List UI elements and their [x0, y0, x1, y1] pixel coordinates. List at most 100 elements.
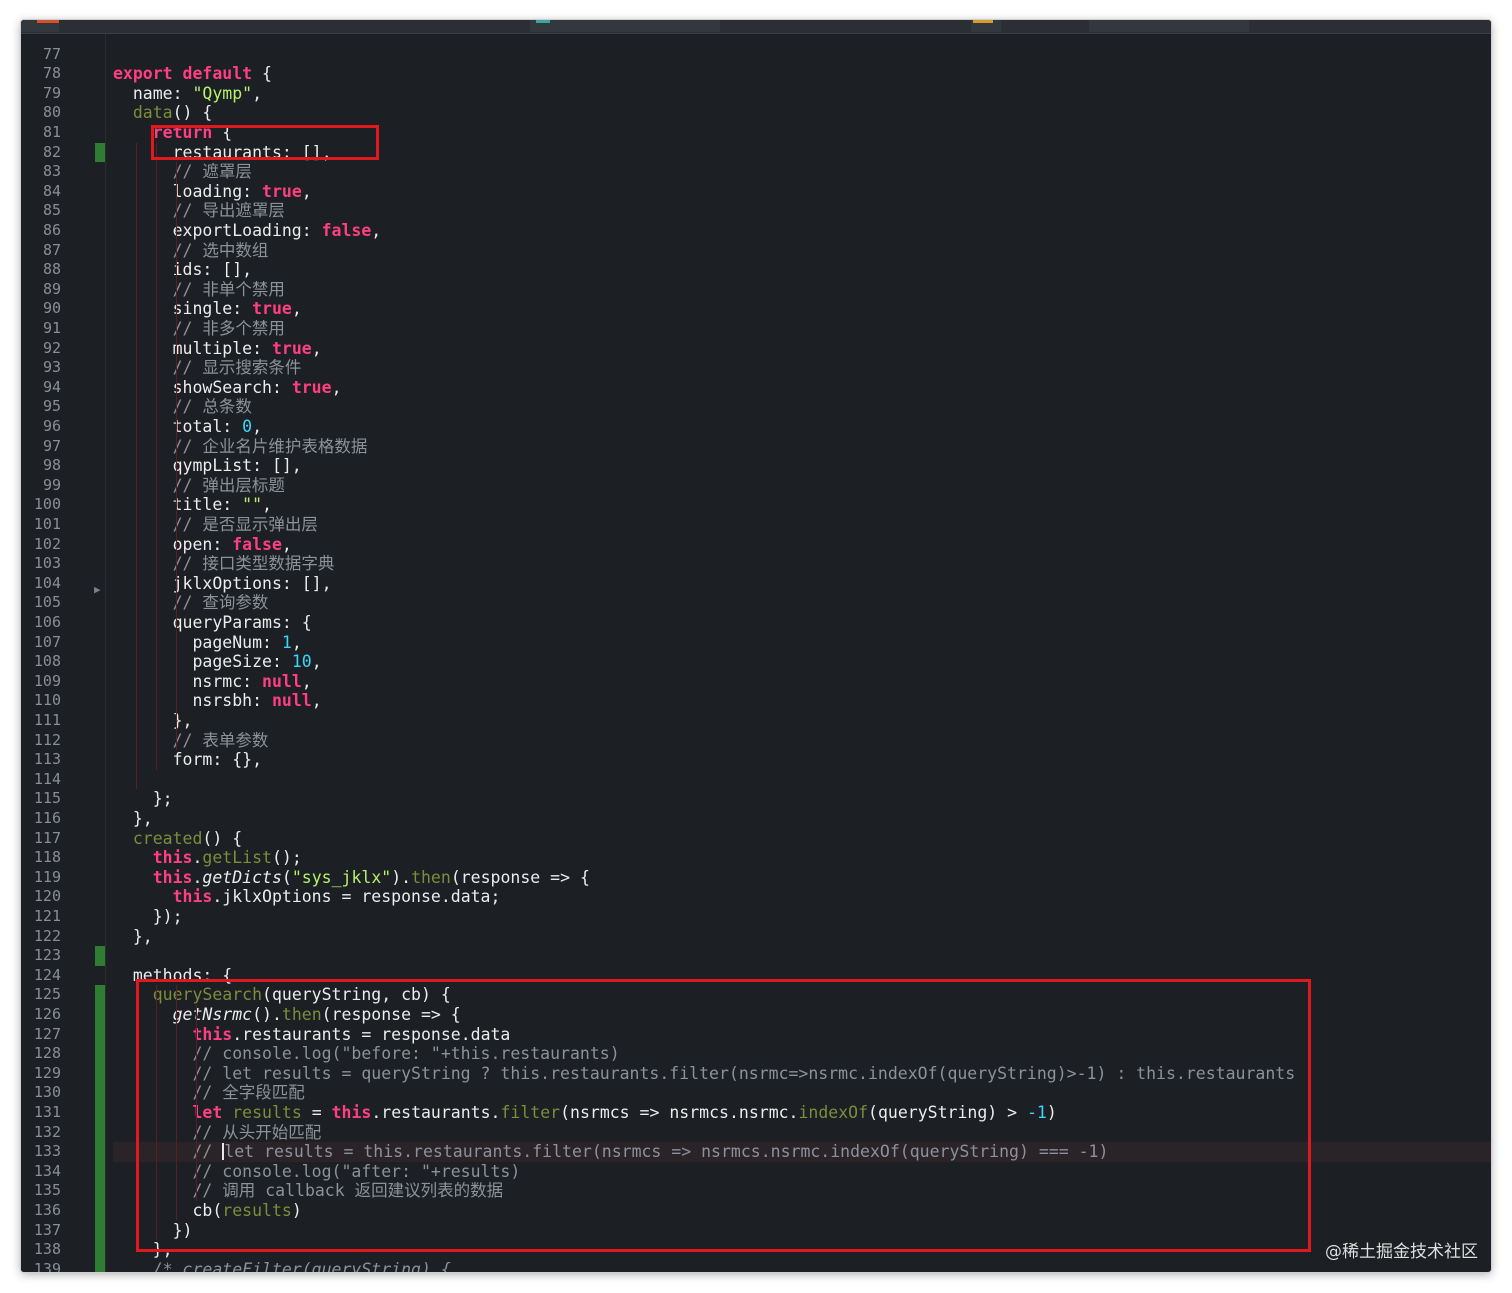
line-number: 80: [42, 103, 61, 122]
line-number: 137: [33, 1220, 61, 1239]
line-number: 97: [42, 436, 61, 455]
code-token: // 弹出层标题: [113, 475, 285, 495]
code-line[interactable]: // 总条数: [113, 397, 1491, 417]
code-token: // 非多个禁用: [113, 318, 285, 338]
line-number: 96: [42, 416, 61, 435]
code-line[interactable]: form: {},: [113, 750, 1491, 770]
code-line[interactable]: title: "",: [113, 495, 1491, 515]
code-token: ,: [311, 652, 322, 672]
code-line[interactable]: single: true,: [113, 299, 1491, 319]
line-number: 111: [33, 710, 61, 729]
code-line[interactable]: // 企业名片维护表格数据: [113, 437, 1491, 457]
line-number: 134: [33, 1161, 61, 1180]
code-line[interactable]: nsrmc: null,: [113, 672, 1491, 692]
code-line[interactable]: showSearch: true,: [113, 378, 1491, 398]
code-line[interactable]: ids: [],: [113, 260, 1491, 280]
code-line[interactable]: multiple: true,: [113, 339, 1491, 359]
line-number: 95: [42, 397, 61, 416]
code-line[interactable]: total: 0,: [113, 417, 1491, 437]
code-line[interactable]: // 遮罩层: [113, 162, 1491, 182]
line-number: 108: [33, 652, 61, 671]
code-line[interactable]: name: "Qymp",: [113, 84, 1491, 104]
code-token: .jklxOptions = response.data;: [212, 887, 501, 907]
code-token: created: [113, 828, 203, 848]
tab-fragment[interactable]: [1089, 20, 1249, 32]
code-line[interactable]: jklxOptions: [],: [113, 574, 1491, 594]
code-token: // 遮罩层: [113, 162, 252, 182]
indent-guide: [176, 162, 177, 751]
code-line[interactable]: // 导出遮罩层: [113, 201, 1491, 221]
code-line[interactable]: // 非单个禁用: [113, 280, 1491, 300]
line-number: 127: [33, 1024, 61, 1043]
code-line[interactable]: },: [113, 927, 1491, 947]
highlight-box-restaurants: [151, 125, 379, 160]
code-line[interactable]: };: [113, 789, 1491, 809]
code-line[interactable]: [113, 45, 1491, 65]
code-token: ,: [291, 299, 302, 319]
code-line[interactable]: // 选中数组: [113, 241, 1491, 261]
code-token: ,: [331, 377, 342, 397]
line-number: 115: [33, 789, 61, 808]
code-token: export default: [113, 64, 253, 84]
code-line[interactable]: // 显示搜索条件: [113, 358, 1491, 378]
line-number-gutter: 77 78 79 80 81 82 83 84 85 86 87 88 89 90 91 92 93 94 95 96…: [21, 34, 106, 1272]
code-token: true: [291, 377, 332, 397]
tab-strip[interactable]: [21, 20, 1491, 34]
code-token: null: [271, 691, 312, 711]
code-line[interactable]: // 查询参数: [113, 593, 1491, 613]
code-line[interactable]: /* createFilter(queryString) {: [113, 1260, 1491, 1272]
code-token: 10: [291, 652, 312, 672]
code-token: getDicts: [202, 867, 282, 887]
code-token: "Qymp": [192, 83, 253, 103]
line-number: 106: [33, 612, 61, 631]
tab-fragment[interactable]: [530, 20, 720, 32]
code-line[interactable]: // 非多个禁用: [113, 319, 1491, 339]
code-line[interactable]: queryParams: {: [113, 613, 1491, 633]
code-line[interactable]: nsrsbh: null,: [113, 691, 1491, 711]
indent-guide: [136, 142, 137, 790]
tab-accent: [973, 20, 993, 23]
code-line[interactable]: [113, 946, 1491, 966]
code-line[interactable]: open: false,: [113, 535, 1491, 555]
code-token: /* createFilter(queryString) {: [113, 1259, 451, 1272]
code-line[interactable]: pageSize: 10,: [113, 652, 1491, 672]
line-number: 139: [33, 1259, 61, 1272]
code-token: () {: [172, 103, 213, 123]
code-line[interactable]: created() {: [113, 829, 1491, 849]
editor-window: 77 78 79 80 81 82 83 84 85 86 87 88 89 90 91 92 93 94 95 96…: [21, 20, 1491, 1272]
code-token: // 导出遮罩层: [113, 201, 285, 221]
change-marker: [95, 985, 105, 1272]
code-line[interactable]: exportLoading: false,: [113, 221, 1491, 241]
code-token: total:: [113, 416, 243, 436]
code-line[interactable]: [113, 770, 1491, 790]
code-token: ,: [252, 416, 263, 436]
code-line[interactable]: },: [113, 711, 1491, 731]
line-number: 118: [33, 848, 61, 867]
code-token: // 总条数: [113, 397, 252, 417]
code-line[interactable]: data() {: [113, 103, 1491, 123]
code-token: ();: [271, 848, 302, 868]
code-token: "sys_jklx": [291, 867, 392, 887]
code-line[interactable]: this.jklxOptions = response.data;: [113, 887, 1491, 907]
code-line[interactable]: export default {: [113, 64, 1491, 84]
code-line[interactable]: this.getDicts("sys_jklx").then(response …: [113, 868, 1491, 888]
code-token: ,: [281, 534, 292, 554]
line-number: 121: [33, 906, 61, 925]
code-token: () {: [202, 828, 243, 848]
code-line[interactable]: },: [113, 809, 1491, 829]
fold-arrow-icon[interactable]: ▶: [94, 583, 101, 596]
code-line[interactable]: // 接口类型数据字典: [113, 554, 1491, 574]
code-line[interactable]: // 弹出层标题: [113, 476, 1491, 496]
code-token: {: [252, 64, 272, 84]
code-line[interactable]: this.getList();: [113, 848, 1491, 868]
code-line[interactable]: // 是否显示弹出层: [113, 515, 1491, 535]
code-line[interactable]: qympList: [],: [113, 456, 1491, 476]
code-token: ,: [301, 181, 312, 201]
code-token: },: [113, 926, 153, 946]
line-number: 113: [33, 750, 61, 769]
code-line[interactable]: pageNum: 1,: [113, 633, 1491, 653]
code-line[interactable]: loading: true,: [113, 182, 1491, 202]
code-line[interactable]: // 表单参数: [113, 731, 1491, 751]
line-number: 79: [42, 83, 61, 102]
code-line[interactable]: });: [113, 907, 1491, 927]
